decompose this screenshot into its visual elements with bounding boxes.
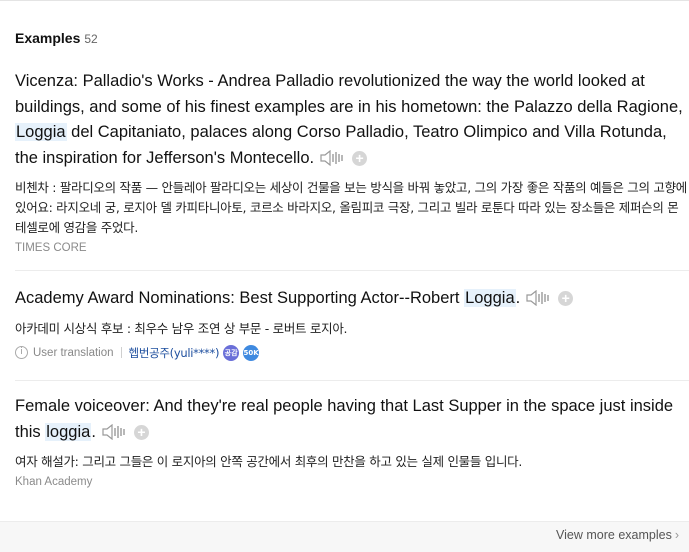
- user-translation-label: User translation: [33, 346, 114, 359]
- info-icon[interactable]: i: [15, 346, 28, 359]
- example-count: 52: [84, 32, 98, 46]
- example-source: Khan Academy: [15, 476, 93, 488]
- examples-header: Examples 52: [15, 30, 98, 48]
- section-title: Examples: [15, 30, 81, 46]
- user-badge: 공감: [223, 344, 240, 361]
- example-sentence: Academy Award Nominations: Best Supporti…: [15, 286, 687, 315]
- translation-text: 아카데미 시상식 후보 : 최우수 남우 조연 상 부문 - 로버트 로지아.: [15, 320, 348, 336]
- speaker-icon[interactable]: [102, 423, 126, 449]
- sentence-text: .: [515, 289, 521, 307]
- example-source: TIMES CORE: [15, 242, 87, 254]
- translation-text: 비첸차 : 팔라디오의 작품 — 안들레아 팔라디오는 세상이 건물을 보는 방…: [15, 180, 687, 235]
- user-badge: 50K: [243, 344, 260, 361]
- add-to-wordbook-icon[interactable]: +: [133, 424, 149, 440]
- separator: [120, 347, 122, 358]
- example-item: Female voiceover: And they're real peopl…: [15, 394, 687, 488]
- speaker-icon[interactable]: [526, 289, 550, 315]
- add-to-wordbook-icon[interactable]: +: [352, 150, 368, 166]
- add-to-wordbook-icon[interactable]: +: [558, 291, 574, 306]
- highlighted-keyword: Loggia: [15, 123, 67, 141]
- example-sentence: Female voiceover: And they're real peopl…: [15, 394, 687, 448]
- view-more-examples-link[interactable]: View more examples ›: [556, 528, 679, 542]
- highlighted-keyword: Loggia: [464, 289, 516, 307]
- sentence-text: Academy Award Nominations: Best Supporti…: [15, 289, 465, 307]
- example-item: Vicenza: Palladio's Works - Andrea Palla…: [15, 69, 687, 254]
- example-sentence: Vicenza: Palladio's Works - Andrea Palla…: [15, 69, 687, 174]
- top-border: [0, 0, 689, 1]
- highlighted-keyword: loggia: [45, 422, 92, 441]
- speaker-icon[interactable]: [320, 149, 344, 175]
- example-item: Academy Award Nominations: Best Supporti…: [15, 286, 687, 361]
- view-more-label: View more examples: [556, 528, 672, 542]
- sentence-text: .: [91, 422, 96, 441]
- user-link[interactable]: 헵번공주(yuli****): [129, 345, 220, 361]
- translation-text: 여자 해설가: 그리고 그들은 이 로지아의 안쪽 공간에서 최후의 만찬을 하…: [15, 454, 523, 469]
- divider: [15, 380, 689, 381]
- divider: [15, 270, 689, 271]
- translation-meta: i User translation 헵번공주(yuli****) 공감 50K: [15, 344, 687, 361]
- sentence-text: Vicenza: Palladio's Works - Andrea Palla…: [15, 72, 683, 116]
- chevron-right-icon: ›: [674, 528, 679, 542]
